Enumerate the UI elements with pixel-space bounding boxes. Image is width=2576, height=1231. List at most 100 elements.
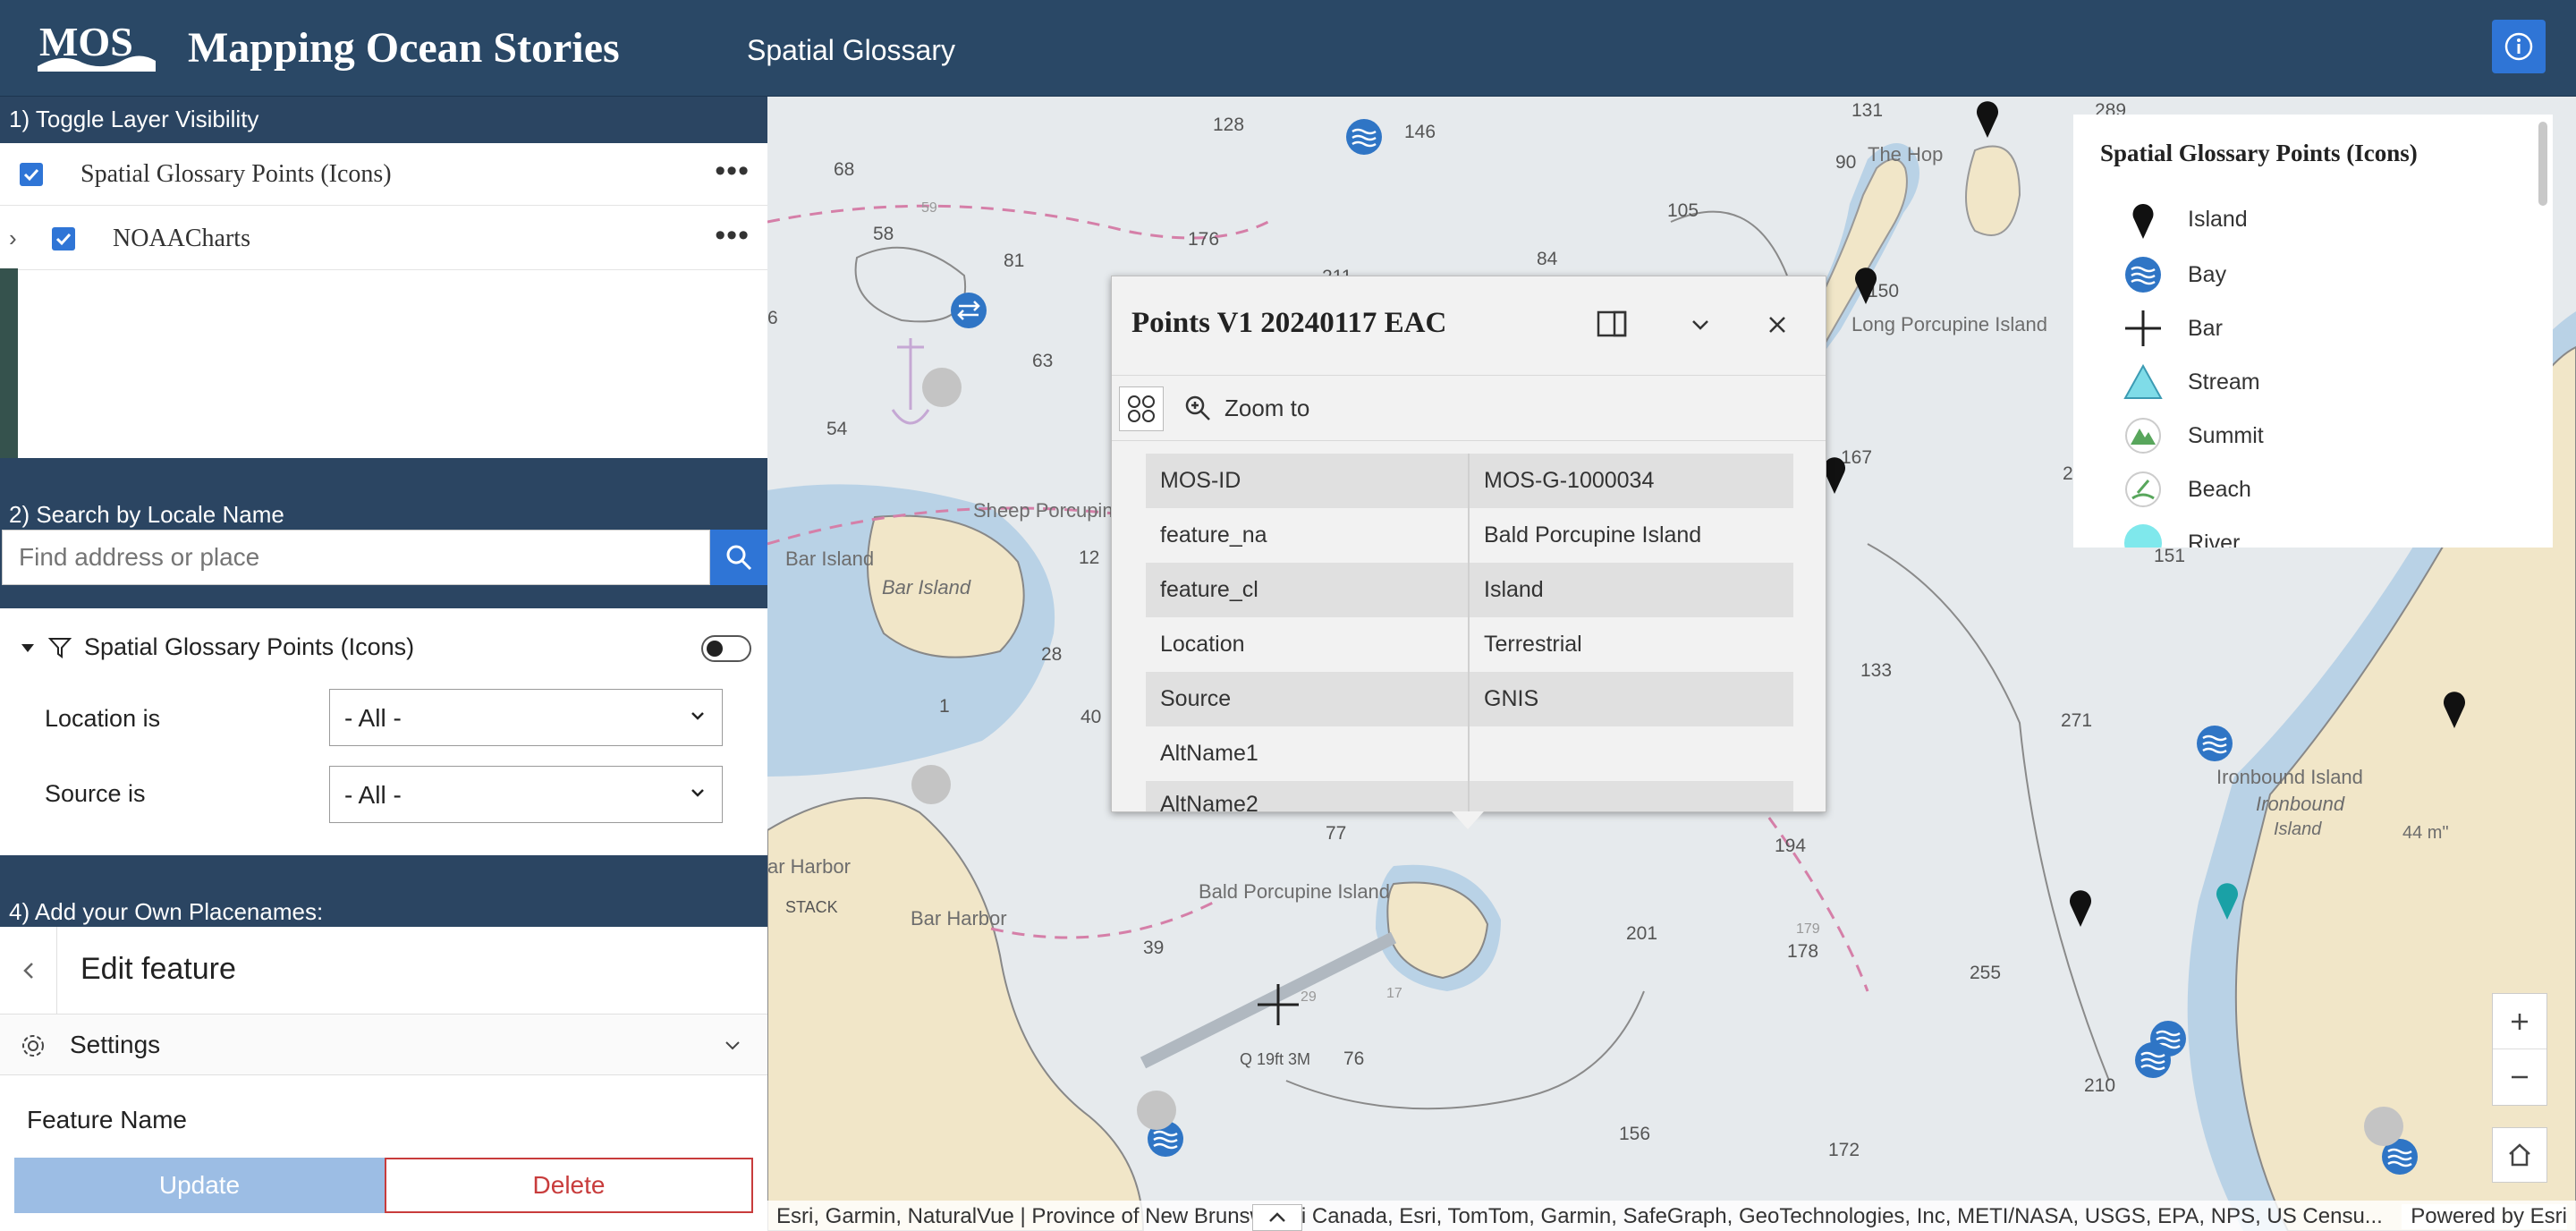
- legend-item: Island: [2123, 197, 2248, 242]
- legend-label: Stream: [2188, 369, 2260, 395]
- bay-icon[interactable]: [2196, 725, 2233, 762]
- attribution-toggle[interactable]: [1252, 1204, 1302, 1231]
- map-label-height: 44 m": [2402, 823, 2449, 843]
- app-header: MOS Mapping Ocean Stories Spatial Glossa…: [0, 0, 2576, 97]
- table-row: MOS-ID MOS-G-1000034: [1146, 454, 1793, 508]
- attr-key: feature_na: [1146, 508, 1470, 563]
- chevron-down-icon[interactable]: [1690, 314, 1711, 335]
- popup-toolbar: Zoom to: [1112, 375, 1826, 441]
- settings-row[interactable]: Settings: [0, 1015, 767, 1075]
- layer-row-spatial-glossary[interactable]: Spatial Glossary Points (Icons) •••: [0, 143, 767, 206]
- layer-color-swatch: [0, 268, 18, 458]
- map-label-bar-island: Bar Island: [882, 576, 971, 599]
- depth-sounding: 1: [939, 696, 950, 717]
- caret-down-icon[interactable]: [20, 640, 36, 656]
- depth-sounding: 58: [873, 224, 894, 244]
- attr-value: Terrestrial: [1484, 632, 1582, 657]
- update-button[interactable]: Update: [14, 1158, 385, 1213]
- attr-value: Bald Porcupine Island: [1484, 522, 1702, 548]
- chevron-right-icon[interactable]: ›: [9, 225, 17, 252]
- table-row: feature_cl Island: [1146, 563, 1793, 617]
- search-button[interactable]: [710, 530, 767, 585]
- selected-island-pin-icon[interactable]: [2214, 879, 2241, 920]
- zoom-out-button[interactable]: [2493, 1049, 2546, 1105]
- chevron-down-icon: [725, 1041, 740, 1050]
- island-pin-icon[interactable]: [2067, 886, 2094, 927]
- gear-icon: [22, 1035, 44, 1057]
- popup-title: Points V1 20240117 EAC: [1131, 307, 1447, 339]
- attr-value: MOS-G-1000034: [1484, 468, 1655, 493]
- legend-item: Stream: [2123, 360, 2260, 404]
- delete-button[interactable]: Delete: [385, 1158, 753, 1213]
- anchorage-icon[interactable]: [950, 292, 987, 329]
- zoom-in-button[interactable]: [2493, 994, 2546, 1049]
- filter-title-label: Spatial Glossary Points (Icons): [84, 633, 415, 660]
- plus-icon: [2512, 1013, 2528, 1030]
- actions-grid-button[interactable]: [1119, 386, 1164, 431]
- check-icon: [55, 233, 72, 245]
- depth-sounding: 84: [1537, 249, 1558, 269]
- depth-sounding: 133: [1860, 660, 1893, 681]
- bay-waves-icon: [2125, 257, 2161, 293]
- depth-sounding: 68: [834, 159, 855, 180]
- depth-sounding: 146: [1404, 122, 1436, 142]
- depth-sounding: 172: [1828, 1140, 1860, 1160]
- layer-row-noaacharts[interactable]: › NOAACharts •••: [0, 208, 767, 270]
- app-title: Mapping Ocean Stories: [188, 24, 620, 72]
- settings-label: Settings: [70, 1031, 161, 1058]
- legend-panel: Spatial Glossary Points (Icons) Island B…: [2073, 115, 2553, 548]
- back-button[interactable]: [0, 927, 57, 1015]
- cluster-dot[interactable]: [911, 764, 952, 805]
- table-row: feature_na Bald Porcupine Island: [1146, 508, 1793, 563]
- table-row: Source GNIS: [1146, 672, 1793, 726]
- close-icon[interactable]: [1767, 314, 1788, 335]
- powered-by-esri[interactable]: Powered by Esri: [2402, 1204, 2567, 1229]
- home-button[interactable]: [2492, 1127, 2547, 1183]
- cluster-dot[interactable]: [2363, 1106, 2404, 1147]
- map-label-bar-harbor: Bar Harbor: [911, 907, 1007, 930]
- legend-scrollbar[interactable]: [2538, 122, 2547, 206]
- dock-icon[interactable]: [1597, 310, 1627, 337]
- cluster-dot[interactable]: [1136, 1090, 1177, 1131]
- cluster-dot[interactable]: [921, 367, 962, 408]
- legend-item: Summit: [2123, 413, 2264, 458]
- map-view[interactable]: Sheep Porcupine I Long Porcupine Island …: [767, 97, 2576, 1231]
- map-label-light: Q 19ft 3M: [1240, 1050, 1311, 1068]
- legend-item: Bar: [2123, 306, 2223, 351]
- section-toggle-heading: 1) Toggle Layer Visibility: [9, 106, 259, 132]
- layer-options-icon[interactable]: •••: [715, 218, 750, 253]
- depth-sounding: 59: [921, 200, 937, 216]
- zoom-to-button[interactable]: Zoom to: [1183, 394, 1309, 422]
- filter-toggle[interactable]: [701, 635, 751, 662]
- attribution-bar: Esri, Garmin, NaturalVue | Province of N…: [767, 1201, 2576, 1231]
- edit-title: Edit feature: [80, 952, 236, 986]
- bar-cross-icon[interactable]: [1256, 982, 1301, 1027]
- depth-sounding: 105: [1667, 200, 1699, 221]
- map-label-stack: STACK: [785, 898, 838, 916]
- source-select[interactable]: - All -: [329, 766, 723, 823]
- layer-options-icon[interactable]: •••: [715, 154, 750, 189]
- island-pin-icon[interactable]: [1852, 263, 1879, 304]
- chevron-down-icon: [691, 789, 704, 797]
- location-select[interactable]: - All -: [329, 689, 723, 746]
- layer-checkbox-noaacharts[interactable]: [52, 226, 75, 250]
- depth-sounding: 151: [2154, 546, 2186, 566]
- island-pin-icon[interactable]: [2441, 687, 2468, 728]
- table-row: AltName1: [1146, 726, 1793, 781]
- filter-title[interactable]: Spatial Glossary Points (Icons): [20, 633, 414, 661]
- info-icon: [2504, 32, 2533, 61]
- map-label-the-hop: The Hop: [1868, 143, 1944, 166]
- depth-sounding: 255: [1970, 963, 2002, 983]
- info-button[interactable]: [2492, 20, 2546, 73]
- logo-text: MOS: [39, 19, 133, 64]
- island-pin-icon[interactable]: [1974, 97, 2001, 138]
- bay-icon[interactable]: [1345, 118, 1383, 156]
- depth-sounding: 28: [1041, 644, 1063, 665]
- chevron-up-icon: [1269, 1212, 1285, 1222]
- depth-sounding: 63: [1032, 351, 1054, 371]
- attr-key: AltName2: [1146, 781, 1470, 811]
- location-select-value: - All -: [344, 704, 402, 732]
- layer-checkbox-spatial-glossary[interactable]: [20, 162, 43, 186]
- search-input[interactable]: [2, 530, 710, 585]
- bay-icon[interactable]: [2134, 1041, 2172, 1079]
